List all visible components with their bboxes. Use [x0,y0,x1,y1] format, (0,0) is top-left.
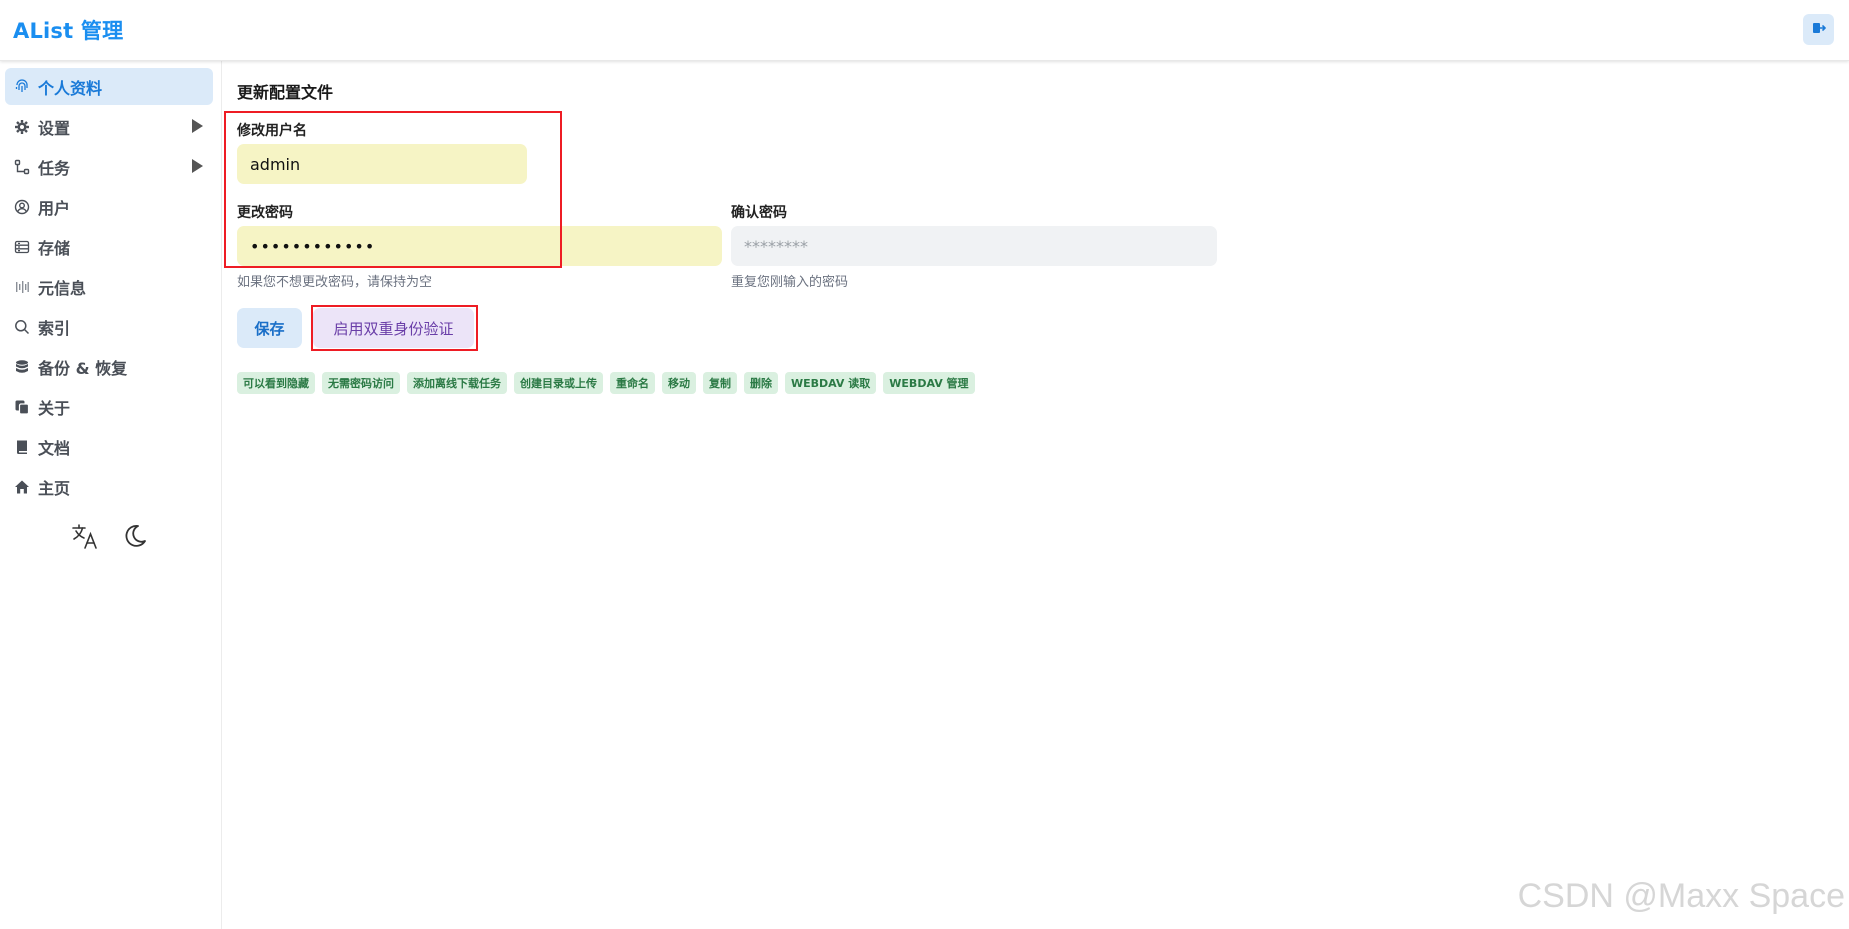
expand-caret-icon[interactable] [192,119,203,133]
permission-tag: 移动 [662,372,696,394]
sidebar-item-tasks[interactable]: 任务 [5,148,213,185]
save-button[interactable]: 保存 [237,308,302,348]
sidebar-item-label: 关于 [38,398,71,418]
permission-tag: 重命名 [610,372,655,394]
sidebar-item-home[interactable]: 主页 [5,468,213,505]
top-header: AList 管理 [0,0,1849,61]
permission-tag: 复制 [703,372,737,394]
sidebar-footer [70,521,150,551]
permission-tag: 创建目录或上传 [514,372,603,394]
database-icon [13,358,30,375]
sidebar-item-label: 索引 [38,318,71,338]
sidebar-item-label: 个人资料 [38,78,103,98]
sidebar-item-label: 任务 [38,158,71,178]
username-label: 修改用户名 [237,123,307,139]
flow-icon [13,158,30,175]
translate-icon[interactable] [70,521,100,551]
watermark: CSDN @Maxx Space [1517,877,1845,915]
sidebar-item-label: 用户 [38,198,71,218]
permission-tag: 可以看到隐藏 [237,372,315,394]
permission-tag: 添加离线下载任务 [407,372,507,394]
expand-caret-icon[interactable] [192,159,203,173]
password-hint: 如果您不想更改密码，请保持为空 [237,275,433,290]
moon-icon[interactable] [120,521,150,551]
sidebar-item-storage[interactable]: 存储 [5,228,213,265]
search-icon [13,318,30,335]
permission-tags: 可以看到隐藏 无需密码访问 添加离线下载任务 创建目录或上传 重命名 移动 复制… [237,372,975,394]
permission-tag: 删除 [744,372,778,394]
enable-2fa-button[interactable]: 启用双重身份验证 [313,308,474,348]
fingerprint-icon [13,78,30,95]
sidebar-item-index[interactable]: 索引 [5,308,213,345]
confirm-password-label: 确认密码 [731,205,787,221]
password-input[interactable] [237,226,722,266]
home-icon [13,478,30,495]
meta-icon [13,278,30,295]
confirm-password-hint: 重复您刚输入的密码 [731,275,849,290]
sidebar-item-label: 文档 [38,438,71,458]
sidebar-item-label: 主页 [38,478,71,498]
logout-button[interactable] [1803,14,1834,45]
sidebar-item-about[interactable]: 关于 [5,388,213,425]
permission-tag: WEBDAV 管理 [883,372,975,394]
app-title[interactable]: AList 管理 [13,15,123,45]
sidebar-item-label: 存储 [38,238,71,258]
sidebar-item-users[interactable]: 用户 [5,188,213,225]
logout-icon [1812,20,1826,39]
sidebar-item-settings[interactable]: 设置 [5,108,213,145]
sidebar-item-label: 元信息 [38,278,87,298]
confirm-password-input[interactable] [731,226,1217,266]
permission-tag: 无需密码访问 [322,372,400,394]
permission-tag: WEBDAV 读取 [785,372,877,394]
sidebar-item-backup[interactable]: 备份 & 恢复 [5,348,213,385]
gear-icon [13,118,30,135]
sidebar-item-profile[interactable]: 个人资料 [5,68,213,105]
sidebar-item-docs[interactable]: 文档 [5,428,213,465]
sidebar-item-meta[interactable]: 元信息 [5,268,213,305]
book-icon [13,438,30,455]
page-title: 更新配置文件 [237,83,334,102]
sidebar: 个人资料 设置 任务 用户 存储 元信息 索引 备份 & 恢复 关于 文档 主页 [0,61,222,929]
sidebar-item-label: 备份 & 恢复 [38,358,128,378]
copy-icon [13,398,30,415]
sidebar-item-label: 设置 [38,118,71,138]
username-input[interactable] [237,144,527,184]
user-circle-icon [13,198,30,215]
password-label: 更改密码 [237,205,293,221]
storage-icon [13,238,30,255]
